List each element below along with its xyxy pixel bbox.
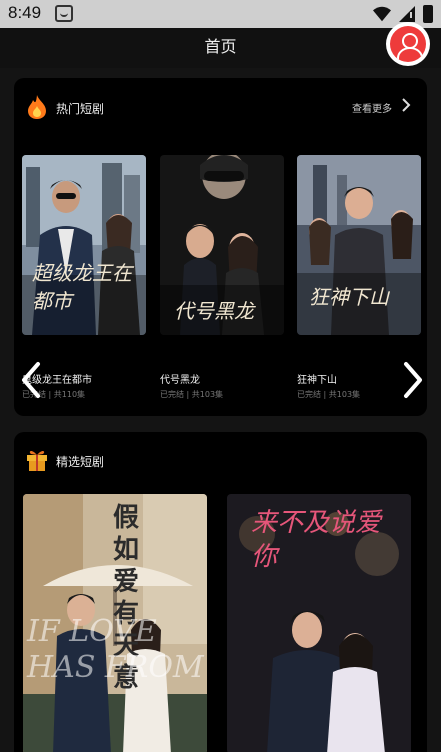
drama-poster[interactable]: 狂神下山	[297, 155, 421, 335]
selected-dramas-section: 精选短剧 假如爱有天意 IF LOVE HAS FROM 来不及说爱你	[14, 432, 427, 752]
gift-icon	[27, 451, 47, 471]
drama-poster[interactable]: 来不及说爱你	[227, 494, 411, 752]
section-title-hot: 热门短剧	[56, 102, 105, 116]
hot-dramas-section: 热门短剧 查看更多 超级龙王在都市 鬼级龙王在都市 已完结 | 共110集 代号…	[14, 78, 427, 416]
flame-icon	[28, 95, 46, 119]
poster-title-text: 狂神下山	[309, 285, 389, 309]
status-icons	[373, 5, 433, 23]
drama-poster[interactable]: 代号黑龙	[160, 155, 284, 335]
status-bar: 8:49	[0, 0, 441, 28]
drama-meta: 已完结 | 共103集	[297, 390, 361, 399]
poster-title-text: 来不及说爱你	[251, 508, 382, 572]
drama-poster[interactable]: 超级龙王在都市	[22, 155, 146, 335]
app-notification-icon	[55, 5, 73, 22]
battery-icon	[423, 5, 433, 23]
status-time: 8:49	[8, 3, 42, 22]
drama-card[interactable]: 狂神下山 狂神下山 已完结 | 共103集	[297, 155, 421, 399]
carousel-next-arrow-icon[interactable]	[398, 360, 428, 400]
wifi-icon	[373, 6, 391, 22]
poster-english-text: IF LOVE HAS FROM	[27, 614, 204, 685]
drama-card[interactable]: 超级龙王在都市 鬼级龙王在都市 已完结 | 共110集	[22, 155, 146, 399]
chevron-right-icon[interactable]	[399, 97, 413, 113]
poster-title-text: 超级龙王在都市	[32, 261, 132, 313]
app-header: 首页	[0, 28, 441, 68]
signal-icon	[399, 6, 415, 22]
see-more-link[interactable]: 查看更多	[352, 100, 392, 115]
drama-title: 狂神下山	[297, 375, 337, 386]
poster-title-text: 代号黑龙	[174, 299, 254, 323]
user-icon	[390, 26, 426, 62]
drama-title: 代号黑龙	[160, 375, 200, 386]
drama-meta: 已完结 | 共103集	[160, 390, 224, 399]
drama-card[interactable]: 代号黑龙 代号黑龙 已完结 | 共103集	[160, 155, 284, 399]
carousel-prev-arrow-icon[interactable]	[16, 360, 46, 400]
page-title: 首页	[204, 37, 237, 56]
section-title-selected: 精选短剧	[56, 455, 105, 469]
profile-avatar-button[interactable]	[386, 22, 430, 66]
drama-poster[interactable]: 假如爱有天意 IF LOVE HAS FROM	[23, 494, 207, 752]
